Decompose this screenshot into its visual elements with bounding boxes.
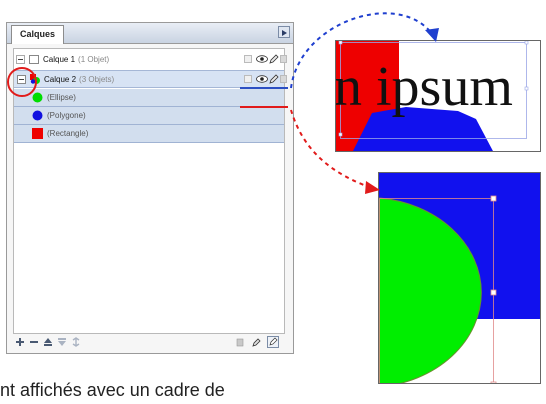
annotation-arrows [290,12,439,194]
red-arrowhead-icon [365,181,380,194]
blue-arrowhead-icon [425,28,439,42]
caption-text: nt affichés avec un cadre de [0,380,225,400]
red-dashed-arrow [290,109,373,189]
blue-dashed-arrow [290,12,433,89]
